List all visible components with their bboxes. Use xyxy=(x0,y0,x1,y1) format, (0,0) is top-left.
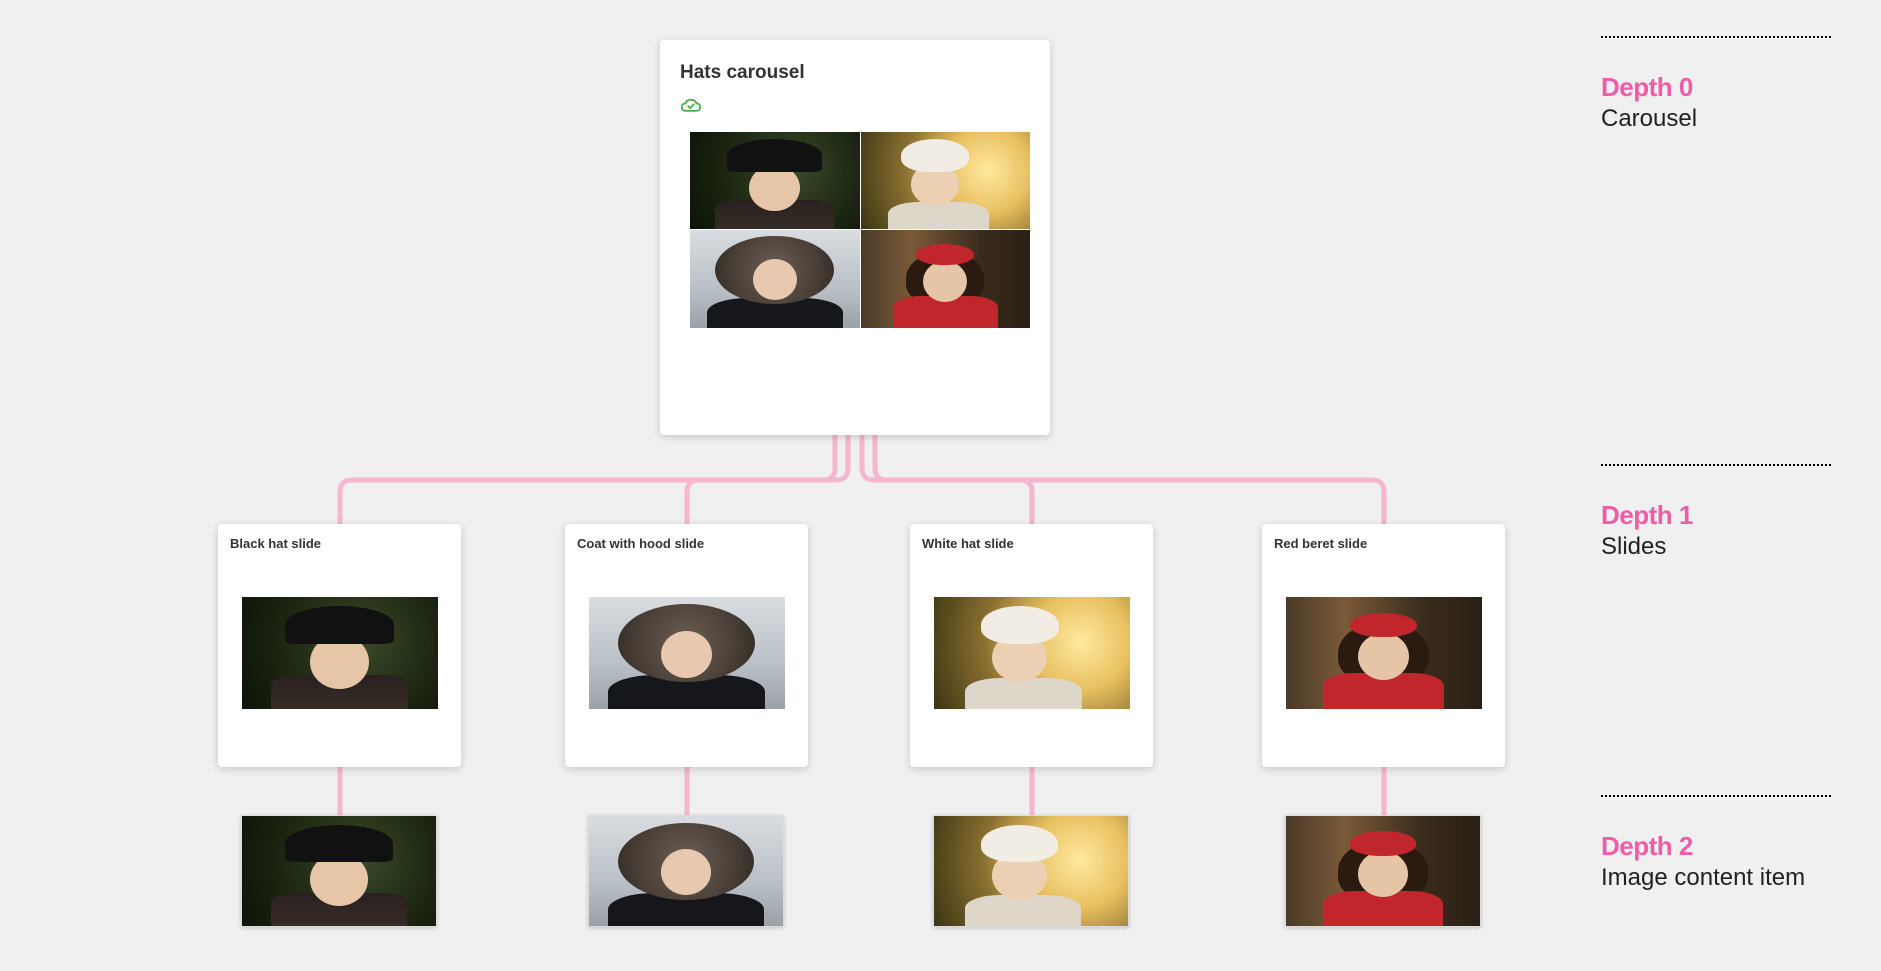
legend-depth-title: Depth 2 xyxy=(1601,831,1831,862)
photo-thumb-leaf-2 xyxy=(934,816,1128,926)
legend-block-1: Depth 1Slides xyxy=(1601,464,1831,561)
legend-depth-title: Depth 0 xyxy=(1601,72,1831,103)
carousel-root-card: Hats carousel xyxy=(660,40,1050,435)
slide-title: Black hat slide xyxy=(230,536,449,551)
legend-divider xyxy=(1601,464,1831,466)
legend-depth-subtitle: Image content item xyxy=(1601,864,1831,892)
leaf-image-2 xyxy=(933,815,1129,927)
slide-card-1: Coat with hood slide xyxy=(565,524,808,767)
carousel-title: Hats carousel xyxy=(680,62,1030,84)
legend-block-2: Depth 2Image content item xyxy=(1601,795,1831,892)
slide-title: Coat with hood slide xyxy=(577,536,796,551)
diagram-stage: Hats carousel Black hat slide Coat with h… xyxy=(0,0,1881,971)
leaf-image-0 xyxy=(241,815,437,927)
photo-thumb-leaf-1 xyxy=(589,816,783,926)
legend-divider xyxy=(1601,795,1831,797)
photo-thumb-slide-1 xyxy=(589,597,785,709)
leaf-image-3 xyxy=(1285,815,1481,927)
legend-depth-title: Depth 1 xyxy=(1601,500,1831,531)
legend-depth-subtitle: Carousel xyxy=(1601,105,1831,133)
legend-divider xyxy=(1601,36,1831,38)
slide-title: Red beret slide xyxy=(1274,536,1493,551)
photo-thumb-root-2 xyxy=(690,230,860,328)
photo-thumb-leaf-3 xyxy=(1286,816,1480,926)
legend-block-0: Depth 0Carousel xyxy=(1601,36,1831,133)
slide-card-2: White hat slide xyxy=(910,524,1153,767)
photo-thumb-leaf-0 xyxy=(242,816,436,926)
photo-thumb-slide-2 xyxy=(934,597,1130,709)
photo-thumb-root-0 xyxy=(690,132,860,230)
leaf-image-1 xyxy=(588,815,784,927)
cloud-check-icon xyxy=(680,98,702,114)
carousel-thumbnail-grid xyxy=(690,132,1030,328)
slide-card-0: Black hat slide xyxy=(218,524,461,767)
photo-thumb-slide-0 xyxy=(242,597,438,709)
photo-thumb-slide-3 xyxy=(1286,597,1482,709)
slide-card-3: Red beret slide xyxy=(1262,524,1505,767)
slide-title: White hat slide xyxy=(922,536,1141,551)
photo-thumb-root-3 xyxy=(861,230,1031,328)
photo-thumb-root-1 xyxy=(861,132,1031,230)
legend-depth-subtitle: Slides xyxy=(1601,533,1831,561)
